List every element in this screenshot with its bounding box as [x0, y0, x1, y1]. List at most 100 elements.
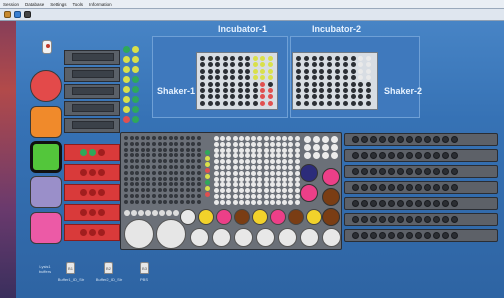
- plate-well: [311, 75, 317, 81]
- tube-well[interactable]: [322, 208, 340, 226]
- deck-well: [238, 170, 244, 176]
- tube-well[interactable]: [212, 228, 231, 247]
- reagent-well[interactable]: [180, 209, 196, 225]
- deck-well: [232, 170, 238, 176]
- menu-settings[interactable]: Settings: [50, 2, 66, 7]
- deck-well: [140, 170, 145, 175]
- deck-well: [129, 159, 134, 164]
- menu-session[interactable]: Session: [3, 2, 19, 7]
- plate-well: [252, 62, 258, 68]
- deck-well: [269, 188, 275, 194]
- deck-well: [245, 136, 250, 141]
- small-well: [131, 210, 137, 216]
- deck-well: [129, 165, 134, 169]
- small-well: [331, 144, 338, 151]
- small-well: [313, 152, 320, 159]
- deck-well: [245, 176, 250, 182]
- reagent-well[interactable]: [270, 209, 286, 225]
- deck-well: [245, 147, 250, 153]
- tube-well[interactable]: [300, 184, 318, 202]
- large-tube-well[interactable]: [156, 219, 186, 249]
- pause-icon[interactable]: [24, 11, 31, 18]
- small-well: [124, 210, 130, 216]
- deck-well: [163, 176, 168, 181]
- tube-well[interactable]: [322, 188, 340, 206]
- reagent-well[interactable]: [252, 209, 268, 225]
- tube-slot: [388, 184, 395, 191]
- reagent-well[interactable]: [216, 209, 232, 225]
- reagent-well[interactable]: [234, 209, 250, 225]
- tube-well[interactable]: [234, 228, 253, 247]
- plate-well: [335, 81, 340, 87]
- deck-well: [135, 141, 140, 146]
- deck-well: [180, 199, 184, 204]
- run-icon[interactable]: [14, 11, 21, 18]
- small-well: [313, 144, 320, 151]
- tube-slot: [442, 200, 449, 207]
- menu-database[interactable]: Database: [25, 2, 44, 7]
- tip-rack-insert: [72, 70, 114, 78]
- deck-well: [129, 136, 134, 140]
- deck-well: [124, 141, 128, 146]
- tube-slot: [433, 152, 440, 159]
- small-well: [304, 152, 311, 159]
- deck-indicator: [205, 192, 210, 197]
- deck-well: [282, 170, 288, 176]
- reagent-well[interactable]: [198, 209, 214, 225]
- deck-well: [251, 199, 257, 205]
- large-tube-well[interactable]: [124, 219, 154, 249]
- plate-well: [237, 56, 243, 61]
- tube-well[interactable]: [256, 228, 275, 247]
- deck-indicator: [205, 156, 210, 161]
- power-toggle[interactable]: [42, 40, 52, 54]
- open-icon[interactable]: [4, 11, 11, 18]
- tube-slot: [370, 136, 377, 143]
- deck-well: [294, 194, 300, 199]
- tube-slot: [442, 168, 449, 175]
- tube-well[interactable]: [322, 168, 340, 186]
- deck-well: [185, 141, 190, 146]
- deck-well: [140, 188, 145, 193]
- tube-well[interactable]: [300, 228, 319, 247]
- red-button[interactable]: [30, 70, 62, 102]
- tube-slot: [415, 152, 422, 159]
- lavender-button[interactable]: [30, 176, 62, 208]
- pink-button[interactable]: [30, 212, 62, 244]
- small-well: [166, 210, 172, 216]
- plate-well: [260, 68, 265, 74]
- tube-slot: [433, 168, 440, 175]
- menu-information[interactable]: Information: [89, 2, 112, 7]
- plate-well: [222, 62, 228, 68]
- plate-well: [207, 56, 213, 61]
- deck-well: [269, 159, 275, 165]
- reagent-well[interactable]: [306, 209, 322, 225]
- plate-well: [207, 75, 213, 81]
- plate-well: [350, 100, 356, 106]
- tube-well[interactable]: [322, 228, 341, 247]
- tube-slot: [352, 168, 359, 175]
- menu-tools[interactable]: Tools: [73, 2, 84, 7]
- status-dot: [46, 44, 50, 48]
- green-button[interactable]: [30, 141, 62, 173]
- plate-well: [237, 94, 243, 100]
- tube-well[interactable]: [278, 228, 297, 247]
- lysis-buffer-label: Lysis1 buffers: [38, 264, 52, 274]
- plate-well: [207, 100, 213, 106]
- deck-well: [185, 165, 190, 169]
- tube-slot: [361, 184, 368, 191]
- deck-well: [140, 165, 145, 169]
- status-led: [123, 66, 130, 73]
- tube-slot: [406, 184, 413, 191]
- deck-well: [276, 165, 281, 170]
- deck-well: [152, 136, 156, 140]
- tube-slot: [388, 200, 395, 207]
- deck-well: [152, 176, 156, 181]
- orange-button[interactable]: [30, 106, 62, 138]
- tube-well[interactable]: [190, 228, 209, 247]
- plate-well: [222, 100, 228, 106]
- reagent-well[interactable]: [288, 209, 304, 225]
- tube-well[interactable]: [300, 164, 318, 182]
- deck-well: [152, 194, 156, 198]
- deck-well: [214, 141, 219, 147]
- deck-well: [157, 176, 162, 181]
